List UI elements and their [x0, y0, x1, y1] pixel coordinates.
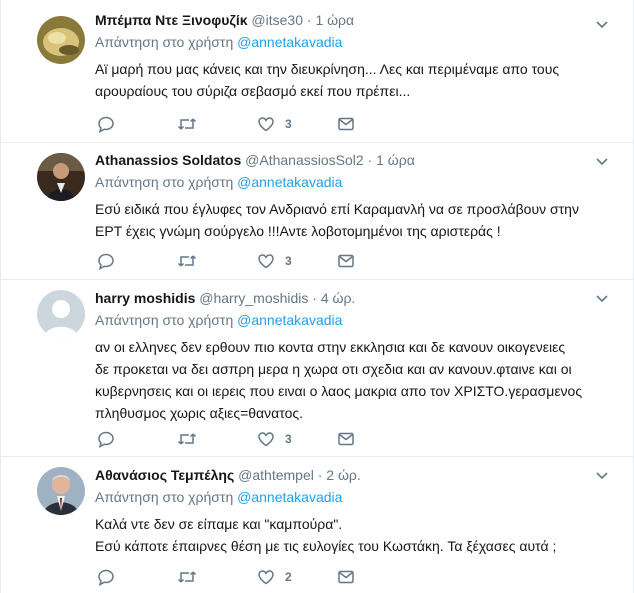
- like-button[interactable]: 3: [257, 429, 292, 449]
- tweet-text: αν οι ελληνες δεν ερθουν πιο κοντα στην …: [95, 336, 617, 424]
- tweet-actions: 2: [95, 567, 395, 587]
- timestamp[interactable]: 4 ώρ.: [321, 290, 355, 306]
- tweet-content: Μπέμπα Ντε Ξινοφυζίκ @itse30 · 1 ώρα Απά…: [95, 10, 617, 102]
- reply-button[interactable]: [97, 114, 115, 134]
- direct-message-button[interactable]: [337, 251, 355, 271]
- like-button[interactable]: 2: [257, 567, 292, 587]
- tweet-text-line: κυβερνησεις και οι ιερεις που ειναι ο λα…: [95, 383, 583, 399]
- reply-icon: [97, 115, 115, 133]
- like-count: 3: [285, 117, 292, 131]
- reply-button[interactable]: [97, 567, 115, 587]
- avatar[interactable]: [37, 290, 85, 338]
- retweet-button[interactable]: [177, 251, 197, 271]
- user-handle[interactable]: @harry_moshidis: [199, 290, 308, 306]
- like-count: 2: [285, 570, 292, 584]
- reply-context: Απάντηση στο χρήστη @annetakavadia: [95, 172, 617, 192]
- reply-context: Απάντηση στο χρήστη @annetakavadia: [95, 310, 617, 330]
- direct-message-icon: [337, 430, 355, 448]
- tweet-text-line: ΕΡΤ έχεις γνώμη σούργελο !!!Αντε λοβοτομ…: [95, 223, 501, 239]
- reply-icon: [97, 252, 115, 270]
- reply-mention-link[interactable]: @annetakavadia: [237, 312, 342, 328]
- tweet-header: harry moshidis @harry_moshidis · 4 ώρ.: [95, 288, 617, 308]
- direct-message-button[interactable]: [337, 429, 355, 449]
- direct-message-icon: [337, 252, 355, 270]
- tweet-header: Athanassios Soldatos @AthanassiosSol2 · …: [95, 150, 617, 170]
- avatar[interactable]: [37, 153, 85, 201]
- separator-dot: ·: [367, 152, 373, 168]
- like-count: 3: [285, 254, 292, 268]
- like-button[interactable]: 3: [257, 251, 292, 271]
- like-icon: [257, 430, 275, 448]
- tweet-text: Αϊ μαρή που μας κάνεις και την διευκρίνη…: [95, 58, 617, 102]
- user-handle[interactable]: @athtempel: [238, 467, 314, 483]
- direct-message-icon: [337, 568, 355, 586]
- retweet-icon: [177, 430, 197, 448]
- like-icon: [257, 568, 275, 586]
- tweet-content: Athanassios Soldatos @AthanassiosSol2 · …: [95, 150, 617, 242]
- tweet-content: Αθανάσιος Τεμπέλης @athtempel · 2 ώρ. Απ…: [95, 465, 617, 557]
- display-name[interactable]: Athanassios Soldatos: [95, 152, 241, 168]
- separator-dot: ·: [317, 467, 323, 483]
- timestamp[interactable]: 2 ώρ.: [326, 467, 360, 483]
- tweet-item[interactable]: Μπέμπα Ντε Ξινοφυζίκ @itse30 · 1 ώρα Απά…: [1, 0, 633, 143]
- reply-prefix: Απάντηση στο χρήστη: [95, 312, 234, 328]
- reply-button[interactable]: [97, 251, 115, 271]
- avatar[interactable]: [37, 16, 85, 64]
- reply-mention-link[interactable]: @annetakavadia: [237, 489, 342, 505]
- timestamp[interactable]: 1 ώρα: [315, 12, 354, 28]
- tweet-feed: Μπέμπα Ντε Ξινοφυζίκ @itse30 · 1 ώρα Απά…: [0, 0, 634, 593]
- retweet-icon: [177, 568, 197, 586]
- tweet-text-line: αν οι ελληνες δεν ερθουν πιο κοντα στην …: [95, 339, 566, 355]
- separator-dot: ·: [306, 12, 312, 28]
- user-handle[interactable]: @AthanassiosSol2: [245, 152, 364, 168]
- tweet-text-line: δε προκεται να δει ασπρη μερα η χωρα οτι…: [95, 361, 572, 377]
- direct-message-button[interactable]: [337, 114, 355, 134]
- like-count: 3: [285, 432, 292, 446]
- reply-icon: [97, 430, 115, 448]
- reply-context: Απάντηση στο χρήστη @annetakavadia: [95, 487, 617, 507]
- like-icon: [257, 252, 275, 270]
- separator-dot: ·: [312, 290, 317, 306]
- tweet-text-line: αρουραίους του σύριζα σεβασμό εκεί που π…: [95, 83, 411, 99]
- reply-prefix: Απάντηση στο χρήστη: [95, 489, 234, 505]
- retweet-button[interactable]: [177, 429, 197, 449]
- direct-message-button[interactable]: [337, 567, 355, 587]
- reply-icon: [97, 568, 115, 586]
- tweet-actions: 3: [95, 114, 395, 134]
- tweet-actions: 3: [95, 429, 395, 449]
- reply-prefix: Απάντηση στο χρήστη: [95, 174, 234, 190]
- user-handle[interactable]: @itse30: [251, 12, 303, 28]
- retweet-icon: [177, 115, 197, 133]
- tweet-header: Αθανάσιος Τεμπέλης @athtempel · 2 ώρ.: [95, 465, 617, 485]
- tweet-text: Εσύ ειδικά που έγλυφες τον Ανδριανό επί …: [95, 198, 617, 242]
- tweet-item[interactable]: harry moshidis @harry_moshidis · 4 ώρ. Α…: [1, 280, 633, 457]
- display-name[interactable]: Μπέμπα Ντε Ξινοφυζίκ: [95, 12, 248, 28]
- retweet-button[interactable]: [177, 567, 197, 587]
- like-button[interactable]: 3: [257, 114, 292, 134]
- retweet-icon: [177, 252, 197, 270]
- reply-button[interactable]: [97, 429, 115, 449]
- tweet-item[interactable]: Αθανάσιος Τεμπέλης @athtempel · 2 ώρ. Απ…: [1, 457, 633, 593]
- tweet-actions: 3: [95, 251, 395, 271]
- direct-message-icon: [337, 115, 355, 133]
- reply-context: Απάντηση στο χρήστη @annetakavadia: [95, 32, 617, 52]
- tweet-content: harry moshidis @harry_moshidis · 4 ώρ. Α…: [95, 288, 617, 424]
- display-name[interactable]: Αθανάσιος Τεμπέλης: [95, 467, 234, 483]
- reply-prefix: Απάντηση στο χρήστη: [95, 34, 234, 50]
- tweet-text: Καλά ντε δεν σε είπαμε και "καμπούρα". Ε…: [95, 513, 617, 557]
- tweet-item[interactable]: Athanassios Soldatos @AthanassiosSol2 · …: [1, 143, 633, 280]
- avatar[interactable]: [37, 467, 85, 515]
- tweet-text-line: πληθυσμος χωρις αξιες=θανατος.: [95, 405, 303, 421]
- retweet-button[interactable]: [177, 114, 197, 134]
- timestamp[interactable]: 1 ώρα: [376, 152, 415, 168]
- tweet-text-line: Εσύ ειδικά που έγλυφες τον Ανδριανό επί …: [95, 201, 579, 217]
- tweet-text-line: Εσύ κάποτε έπαιρνες θέση με τις ευλογίες…: [95, 538, 557, 554]
- like-icon: [257, 115, 275, 133]
- display-name[interactable]: harry moshidis: [95, 290, 195, 306]
- reply-mention-link[interactable]: @annetakavadia: [237, 174, 342, 190]
- tweet-text-line: Καλά ντε δεν σε είπαμε και "καμπούρα".: [95, 516, 343, 532]
- tweet-header: Μπέμπα Ντε Ξινοφυζίκ @itse30 · 1 ώρα: [95, 10, 617, 30]
- tweet-text-line: Αϊ μαρή που μας κάνεις και την διευκρίνη…: [95, 61, 560, 77]
- reply-mention-link[interactable]: @annetakavadia: [237, 34, 342, 50]
